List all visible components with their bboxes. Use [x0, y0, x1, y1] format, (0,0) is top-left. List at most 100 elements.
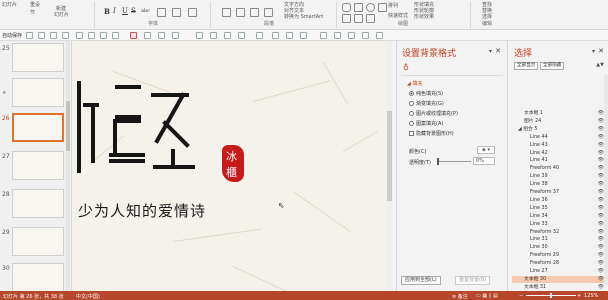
slider-thumb[interactable] [437, 158, 439, 165]
radio-pattern-fill[interactable]: 图案填充(A) [409, 120, 443, 127]
smartart-button[interactable]: 转换为 SmartArt [284, 13, 323, 20]
layer-item[interactable]: Line 42 👁 [512, 150, 605, 158]
reorder-arrows-icon[interactable]: ▲▼ [596, 62, 604, 68]
zoom-slider-knob[interactable] [550, 293, 552, 298]
shapes-gallery-icon[interactable] [342, 3, 351, 12]
fill-section-header[interactable]: ◢ 填充 [407, 80, 422, 87]
select-button[interactable]: 选择 [482, 13, 492, 20]
thumbnail-image[interactable] [12, 189, 64, 218]
font-color-icon[interactable] [157, 8, 166, 17]
save-icon[interactable] [38, 32, 45, 39]
toolbar-icon-t[interactable] [376, 32, 383, 39]
layer-item[interactable]: Line 33 👁 [512, 221, 605, 229]
shape-line-icon[interactable] [342, 14, 351, 23]
toolbar-icon-a[interactable] [76, 32, 83, 39]
toolbar-active-icon[interactable] [130, 32, 137, 39]
reset-background-button[interactable]: 重置背景(B) [455, 276, 491, 285]
layer-item[interactable]: Line 27 👁 [512, 268, 605, 276]
thumbnail-slide-28[interactable]: 28 [0, 189, 71, 223]
paint-bucket-icon[interactable]: ♁ [403, 63, 409, 72]
strikethrough-button[interactable]: S [131, 7, 136, 15]
toolbar-icon-q[interactable] [334, 32, 341, 39]
close-icon[interactable]: ✕ [598, 47, 604, 55]
color-picker-button[interactable]: ◈ ▾ [477, 146, 495, 154]
slide-canvas[interactable]: 冰 櫃 少为人知的爱情诗 ⇖ [73, 41, 392, 291]
layer-item[interactable]: 图片 24 👁 [512, 118, 605, 126]
toolbar-icon-l[interactable] [256, 32, 263, 39]
toolbar-icon-m[interactable] [272, 32, 279, 39]
align-left-icon[interactable] [222, 8, 231, 17]
shape-arrow-icon[interactable] [354, 14, 363, 23]
layer-item[interactable]: Freeform 37 👁 [512, 189, 605, 197]
char-spacing-button[interactable]: abc [141, 8, 150, 14]
text-effect-icon[interactable] [188, 8, 197, 17]
layer-item[interactable]: Freeform 40 👁 [512, 165, 605, 173]
zoom-in-icon[interactable]: + [577, 293, 581, 299]
layer-item[interactable]: Line 44 👁 [512, 134, 605, 142]
thumbnail-slide-26[interactable]: 26 [0, 113, 71, 147]
thumbnail-image[interactable] [12, 78, 64, 107]
arrange-button[interactable]: 排列 [388, 2, 398, 9]
layer-item[interactable]: Line 36 👁 [512, 197, 605, 205]
thumbnail-slide-29[interactable]: 29 [0, 227, 71, 261]
zoom-slider[interactable] [526, 293, 576, 298]
calligraphy-glyph[interactable] [75, 61, 225, 191]
layer-item[interactable]: Line 31 👁 [512, 236, 605, 244]
thumbnail-image[interactable] [12, 151, 64, 180]
layer-item[interactable]: Line 34 👁 [512, 213, 605, 221]
quick-styles-button[interactable]: 快速样式 [388, 12, 408, 19]
toolbar-icon-f[interactable] [158, 32, 165, 39]
layer-item[interactable]: Line 30 👁 [512, 244, 605, 252]
pane-options-icon[interactable]: ▾ [592, 48, 595, 55]
radio-icon[interactable] [409, 91, 414, 96]
layer-item[interactable]: Line 41 👁 [512, 157, 605, 165]
layer-item[interactable]: Line 38 👁 [512, 181, 605, 189]
slide-subtitle[interactable]: 少为人知的爱情诗 [78, 200, 206, 221]
shape-effects-button[interactable]: 形状效果 [414, 13, 434, 20]
radio-gradient-fill[interactable]: 渐变填充(G) [409, 100, 444, 107]
toolbar-icon-o[interactable] [300, 32, 307, 39]
toolbar-icon-g[interactable] [172, 32, 179, 39]
align-right-icon[interactable] [250, 8, 259, 17]
thumbnail-slide-27[interactable]: 27 [0, 151, 71, 185]
thumbnail-slide-25[interactable]: 25 [0, 43, 71, 77]
toolbar-icon-j[interactable] [224, 32, 231, 39]
apply-to-all-button[interactable]: 应用到全部(L) [401, 276, 441, 285]
zoom-out-icon[interactable]: − [519, 293, 523, 299]
checkbox-hide-background[interactable]: 隐藏背景图形(H) [409, 130, 454, 137]
thumbnail-image[interactable] [12, 227, 64, 256]
toolbar-icon-n[interactable] [286, 32, 293, 39]
layer-item[interactable]: 文本框 30 👁 [512, 275, 605, 284]
ribbon-section[interactable]: 节 [30, 9, 35, 16]
red-seal-stamp[interactable]: 冰 櫃 [222, 145, 244, 182]
layer-item[interactable]: 文本框 1 👁 [512, 110, 605, 118]
canvas-scrollbar[interactable] [387, 41, 392, 291]
thumbnail-image-selected[interactable] [12, 113, 64, 142]
hide-all-button[interactable]: 全部隐藏 [540, 62, 565, 70]
justify-icon[interactable] [264, 8, 273, 17]
thumbnail-slide-30[interactable]: 30 [0, 263, 71, 291]
italic-button[interactable]: I [113, 7, 116, 15]
toolbar-icon-s[interactable] [362, 32, 369, 39]
highlight-icon[interactable] [172, 8, 181, 17]
thumbnails-scrollbar[interactable] [66, 41, 70, 291]
layer-item[interactable]: Line 35 👁 [512, 205, 605, 213]
layer-item[interactable]: Freeform 29 👁 [512, 252, 605, 260]
ribbon-slide[interactable]: 幻灯片 [54, 11, 69, 18]
radio-picture-fill[interactable]: 图片或纹理填充(P) [409, 110, 458, 117]
align-center-icon[interactable] [236, 8, 245, 17]
underline-button[interactable]: U [122, 7, 128, 15]
shape-rect-icon[interactable] [354, 3, 363, 12]
radio-icon[interactable] [409, 121, 414, 126]
notes-button[interactable]: ≡ 备注 [452, 293, 468, 300]
thumbnail-image[interactable] [12, 43, 64, 72]
toolbar-icon-c[interactable] [100, 32, 107, 39]
layer-item[interactable]: Freeform 28 👁 [512, 260, 605, 268]
scrollbar-knob[interactable] [66, 101, 70, 151]
layer-item[interactable]: ◢ 组合 5 👁 [512, 126, 605, 134]
transparency-slider[interactable] [437, 158, 471, 165]
toolbar-icon-i[interactable] [210, 32, 217, 39]
autosave-toggle[interactable] [26, 32, 33, 39]
toolbar-icon-k[interactable] [238, 32, 245, 39]
view-buttons[interactable]: ▭ ▦ ▯ ▤ [476, 293, 498, 299]
